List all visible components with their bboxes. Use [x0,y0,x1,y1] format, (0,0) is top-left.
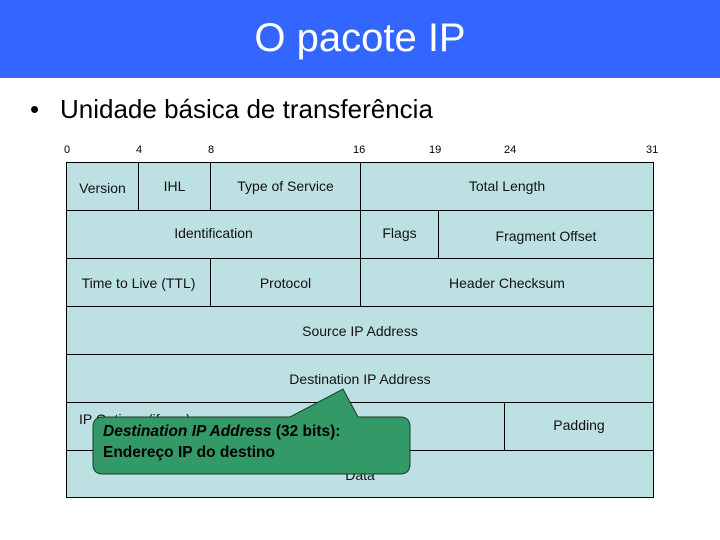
bit-label-16: 16 [353,144,366,156]
field-fragment-offset-label: Fragment Offset [495,227,597,244]
field-data-label: Data [345,467,375,483]
field-protocol: Protocol [210,258,361,307]
bit-label-8: 8 [208,144,215,156]
field-ttl: Time to Live (TTL) [66,258,211,307]
field-version: Version [66,162,139,211]
callout-term: Destination IP Address [103,423,272,440]
bullet-text: Unidade básica de transferência [60,94,433,124]
field-flags: Flags [360,210,439,259]
field-identification-label: Identification [174,225,253,241]
field-fragment-offset: Fragment Offset [438,210,654,259]
callout-description: Endereço IP do destino [103,444,275,461]
field-header-checksum: Header Checksum [360,258,654,307]
field-total-length: Total Length [360,162,654,211]
field-total-length-label: Total Length [468,177,546,194]
field-tos-label: Type of Service [237,177,334,194]
slide-title: O pacote IP [254,16,466,60]
bit-label-4: 4 [136,144,143,156]
field-type-of-service: Type of Service [210,162,361,211]
field-protocol-label: Protocol [259,274,312,291]
field-destination-ip: Destination IP Address [66,354,654,403]
field-header-checksum-label: Header Checksum [449,274,565,291]
bit-label-24: 24 [504,144,517,156]
field-source-ip-label: Source IP Address [302,322,418,339]
bit-label-0: 0 [64,144,71,156]
bullet-item: • Unidade básica de transferência [30,92,433,126]
field-flags-label: Flags [382,225,417,241]
field-padding: Padding [504,402,654,451]
field-padding-label: Padding [553,416,605,433]
field-destination-ip-label: Destination IP Address [289,370,431,387]
bit-label-19: 19 [429,144,442,156]
field-ihl-label: IHL [163,177,186,194]
field-ihl: IHL [138,162,211,211]
bullet-icon: • [30,94,40,124]
callout-suffix: (32 bits): [271,423,341,440]
field-source-ip: Source IP Address [66,306,654,355]
field-version-label: Version [79,179,126,196]
callout-text: Destination IP Address (32 bits): Endere… [103,421,340,463]
callout-line-1: Destination IP Address (32 bits): [103,421,340,442]
slide-header: O pacote IP [0,0,720,78]
field-identification: Identification [66,210,361,259]
bit-label-31: 31 [646,144,659,156]
field-ttl-label: Time to Live (TTL) [81,274,196,291]
